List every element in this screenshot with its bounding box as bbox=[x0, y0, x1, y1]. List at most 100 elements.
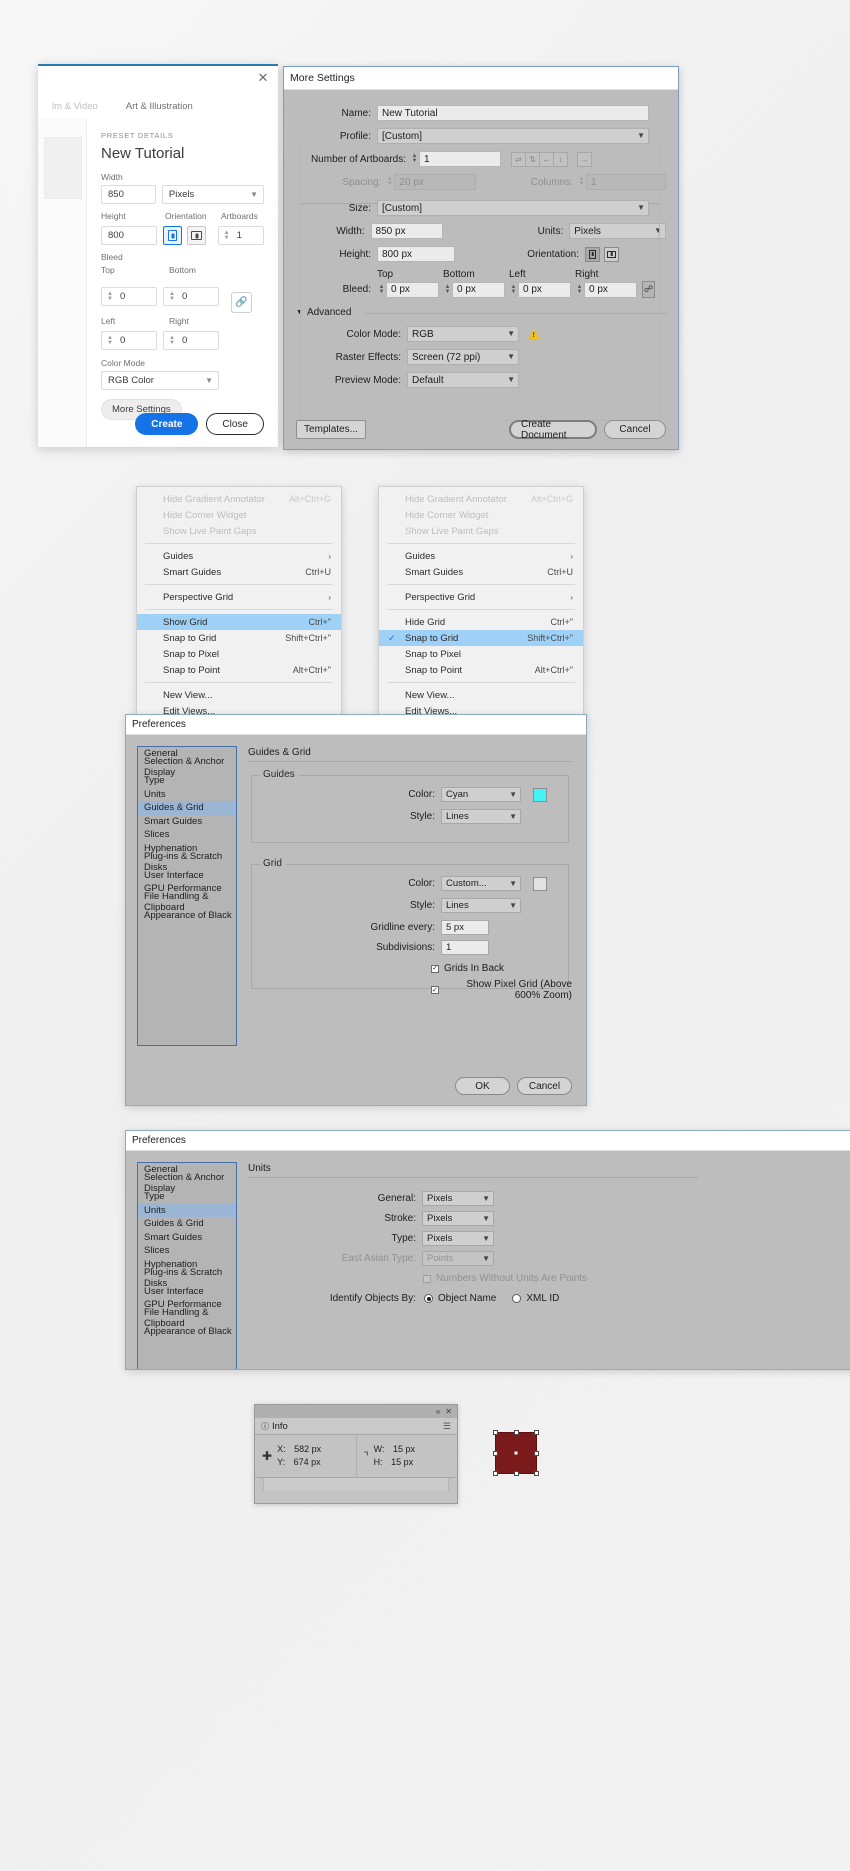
stepper-arrows-icon[interactable]: ▲ ▼ bbox=[377, 284, 386, 295]
selection-handle[interactable] bbox=[513, 1471, 519, 1476]
menu-item-smart-guides[interactable]: Smart Guides Ctrl+U bbox=[379, 564, 583, 580]
cancel-button[interactable]: Cancel bbox=[604, 420, 666, 439]
width-input[interactable]: 850 px bbox=[370, 223, 443, 239]
menu-item-new-view[interactable]: New View... bbox=[137, 687, 341, 703]
preset-name-input[interactable]: New Tutorial bbox=[101, 145, 264, 162]
color-mode-select[interactable]: RGB ▼ bbox=[407, 326, 519, 342]
prefs-nav-item-smart-guides[interactable]: Smart Guides bbox=[138, 1231, 236, 1245]
selection-handle[interactable] bbox=[493, 1450, 498, 1456]
raster-effects-select[interactable]: Screen (72 ppi) ▼ bbox=[407, 349, 519, 365]
menu-item-perspective-grid[interactable]: Perspective Grid › bbox=[137, 589, 341, 605]
menu-item-hide-grid[interactable]: Hide Grid Ctrl+" bbox=[379, 614, 583, 630]
stepper-arrows-icon[interactable]: ▲ ▼ bbox=[166, 291, 178, 302]
create-button[interactable]: Create bbox=[135, 413, 199, 435]
menu-item-snap-to-pixel[interactable]: Snap to Pixel bbox=[137, 646, 341, 662]
width-input[interactable]: 850 bbox=[101, 185, 156, 204]
stepper-arrows-icon[interactable]: ▲ ▼ bbox=[104, 291, 116, 302]
orientation-landscape-button[interactable] bbox=[187, 226, 207, 245]
bleed-bottom-input[interactable]: 0 px bbox=[452, 281, 505, 298]
grids-in-back-checkbox-row[interactable]: ✓ Grids In Back bbox=[431, 963, 504, 974]
preview-mode-select[interactable]: Default ▼ bbox=[407, 372, 519, 388]
height-input[interactable]: 800 px bbox=[377, 246, 455, 262]
selection-handle[interactable] bbox=[513, 1430, 519, 1435]
link-chain-icon[interactable]: 🔗 bbox=[231, 292, 252, 313]
menu-item-guides[interactable]: Guides › bbox=[137, 548, 341, 564]
height-input[interactable]: 800 bbox=[101, 226, 158, 245]
arrange-vertical-icon[interactable]: ↕ bbox=[553, 151, 568, 167]
prefs-nav-item-file-handling-clipboard[interactable]: File Handling & Clipboard bbox=[138, 891, 236, 913]
arrange-horizontal-icon[interactable]: ↔ bbox=[539, 151, 554, 167]
subdivisions-input[interactable]: 1 bbox=[441, 940, 489, 955]
cancel-button[interactable]: Cancel bbox=[517, 1077, 572, 1095]
bleed-right-stepper[interactable]: ▲ ▼ 0 bbox=[163, 331, 219, 350]
menu-item-smart-guides[interactable]: Smart Guides Ctrl+U bbox=[137, 564, 341, 580]
tab-art-and-illustration[interactable]: Art & Illustration bbox=[112, 101, 207, 112]
grid-by-row-icon[interactable]: ⇄ bbox=[511, 151, 526, 167]
selection-handle[interactable] bbox=[493, 1471, 498, 1476]
prefs-nav-item-appearance-of-black[interactable]: Appearance of Black bbox=[138, 909, 236, 923]
bleed-bottom-stepper[interactable]: ▲ ▼ 0 bbox=[163, 287, 219, 306]
grid-color-select[interactable]: Custom... ▼ bbox=[441, 876, 521, 891]
create-document-button[interactable]: Create Document bbox=[509, 419, 597, 441]
profile-select[interactable]: [Custom] ▼ bbox=[377, 128, 649, 144]
templates-button[interactable]: Templates... bbox=[296, 420, 366, 439]
stepper-arrows-icon[interactable]: ▲ ▼ bbox=[509, 284, 518, 295]
prefs-nav-item-plug-ins-scratch-disks[interactable]: Plug-ins & Scratch Disks bbox=[138, 851, 236, 873]
units-select[interactable]: Pixels ▼ bbox=[569, 223, 666, 239]
name-input[interactable]: New Tutorial bbox=[377, 105, 649, 121]
checkbox-icon[interactable]: ✓ bbox=[431, 964, 439, 973]
menu-item-perspective-grid[interactable]: Perspective Grid › bbox=[379, 589, 583, 605]
menu-item-snap-to-point[interactable]: Snap to Point Alt+Ctrl+" bbox=[137, 662, 341, 678]
stepper-arrows-icon[interactable]: ▲ ▼ bbox=[104, 335, 116, 346]
prefs-nav-item-smart-guides[interactable]: Smart Guides bbox=[138, 815, 236, 829]
right-to-left-icon[interactable]: → bbox=[577, 151, 592, 167]
prefs-nav-item-slices[interactable]: Slices bbox=[138, 828, 236, 842]
menu-item-show-grid[interactable]: Show Grid Ctrl+" bbox=[137, 614, 341, 630]
stepper-arrows-icon[interactable]: ▲ ▼ bbox=[166, 335, 178, 346]
link-chain-icon[interactable]: ☍ bbox=[642, 281, 655, 298]
stepper-arrows-icon[interactable]: ▲ ▼ bbox=[410, 153, 419, 164]
radio-xml-id[interactable]: XML ID bbox=[512, 1293, 559, 1304]
orientation-portrait-button[interactable] bbox=[585, 246, 600, 262]
orientation-landscape-button[interactable] bbox=[604, 246, 619, 262]
menu-item-snap-to-grid[interactable]: ✓ Snap to Grid Shift+Ctrl+" bbox=[379, 630, 583, 646]
selection-handle[interactable] bbox=[493, 1430, 498, 1435]
prefs-nav-item-guides-grid[interactable]: Guides & Grid bbox=[138, 1217, 236, 1231]
radio-unselected-icon[interactable] bbox=[512, 1294, 522, 1303]
stepper-arrows-icon[interactable]: ▲ ▼ bbox=[443, 284, 452, 295]
close-icon[interactable]: ✕ bbox=[256, 71, 270, 85]
preferences-nav-list[interactable]: General Selection & Anchor Display Type Uni… bbox=[137, 1162, 237, 1369]
grid-color-swatch[interactable] bbox=[533, 876, 547, 891]
general-units-select[interactable]: Pixels ▼ bbox=[422, 1191, 494, 1206]
bleed-top-input[interactable]: 0 px bbox=[386, 281, 439, 298]
stepper-arrows-icon[interactable]: ▲ ▼ bbox=[575, 284, 584, 295]
color-mode-select[interactable]: RGB Color ▼ bbox=[101, 371, 219, 390]
show-pixel-grid-checkbox-row[interactable]: ✓ Show Pixel Grid (Above 600% Zoom) bbox=[431, 979, 572, 1001]
preset-thumbnail[interactable] bbox=[44, 137, 82, 199]
close-button[interactable]: Close bbox=[206, 413, 264, 435]
stepper-arrows-icon[interactable]: ▲ ▼ bbox=[221, 230, 233, 241]
panel-menu-icon[interactable]: ☰ bbox=[443, 1421, 457, 1432]
selection-handle[interactable] bbox=[534, 1450, 539, 1456]
prefs-nav-item-plug-ins-scratch-disks[interactable]: Plug-ins & Scratch Disks bbox=[138, 1267, 236, 1289]
selection-handle[interactable] bbox=[534, 1471, 539, 1476]
prefs-nav-item-appearance-of-black[interactable]: Appearance of Black bbox=[138, 1325, 236, 1339]
prefs-nav-item-units[interactable]: Units bbox=[138, 788, 236, 802]
numbers-without-units-row[interactable]: Numbers Without Units Are Points bbox=[423, 1273, 587, 1284]
tab-film-and-video[interactable]: lm & Video bbox=[38, 101, 112, 112]
prefs-nav-item-guides-grid[interactable]: Guides & Grid bbox=[138, 801, 236, 815]
bleed-left-stepper[interactable]: ▲ ▼ 0 bbox=[101, 331, 157, 350]
bleed-left-input[interactable]: 0 px bbox=[518, 281, 571, 298]
selected-square-object[interactable] bbox=[493, 1430, 539, 1476]
menu-item-new-view[interactable]: New View... bbox=[379, 687, 583, 703]
collapse-chevrons-icon[interactable]: « bbox=[436, 1407, 440, 1416]
grid-by-column-icon[interactable]: ⇅ bbox=[525, 151, 540, 167]
bleed-right-input[interactable]: 0 px bbox=[584, 281, 637, 298]
artboards-stepper[interactable]: ▲ ▼ 1 bbox=[217, 226, 264, 245]
menu-item-snap-to-point[interactable]: Snap to Point Alt+Ctrl+" bbox=[379, 662, 583, 678]
units-select[interactable]: Pixels ▼ bbox=[161, 185, 264, 204]
checkbox-icon[interactable]: ✓ bbox=[431, 986, 439, 994]
orientation-portrait-button[interactable] bbox=[163, 226, 183, 245]
menu-item-snap-to-grid[interactable]: Snap to Grid Shift+Ctrl+" bbox=[137, 630, 341, 646]
close-icon[interactable]: ✕ bbox=[445, 1407, 452, 1416]
